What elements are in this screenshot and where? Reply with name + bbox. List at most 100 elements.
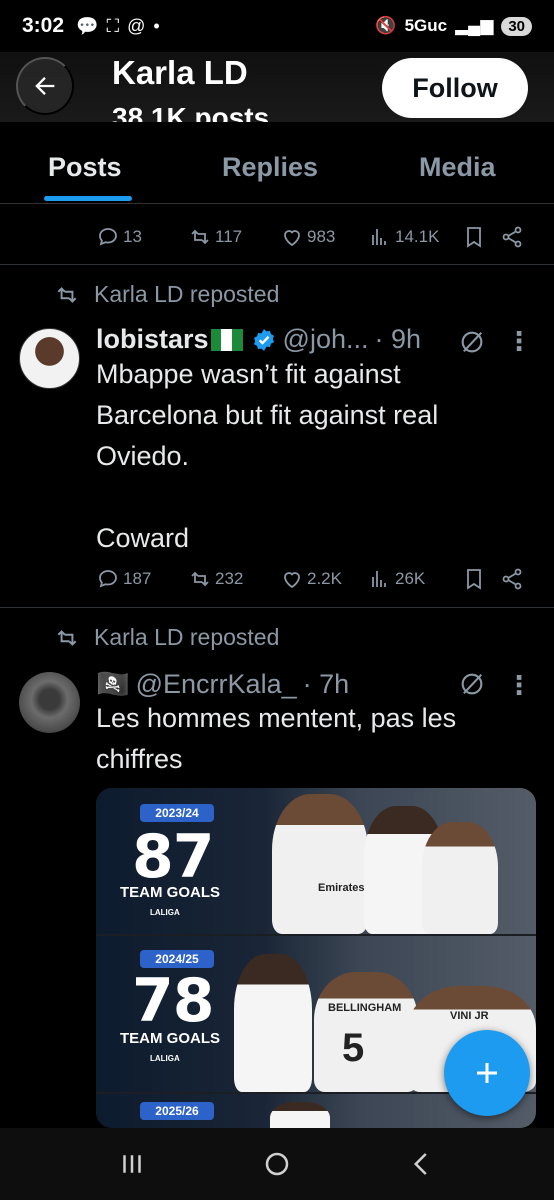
- bookmark-button[interactable]: [462, 221, 486, 253]
- laliga-logo: LALIGA: [150, 908, 180, 917]
- reply-icon: [99, 228, 117, 246]
- profile-header: Karla LD 38.1K posts Follow: [0, 52, 554, 122]
- mute-icon: 🔇: [375, 16, 397, 35]
- post-author-line: 🏴‍☠️ @EncrrKala_ · 7h: [96, 668, 349, 700]
- reply-count: 13: [123, 227, 142, 246]
- share-button[interactable]: [500, 563, 524, 595]
- player-figure: [272, 794, 368, 934]
- verified-badge-icon: [253, 328, 274, 351]
- post-text: Les hommes mentent, pas les chiffres: [96, 703, 457, 774]
- share-icon: [502, 226, 522, 248]
- stats-panel: Emirates 2023/24 87 TEAM GOALS LALIGA: [96, 788, 536, 934]
- repost-icon: [57, 629, 77, 646]
- views-button[interactable]: 14.1K: [368, 221, 439, 253]
- bookmark-icon: [467, 569, 481, 590]
- post-time: · 7h: [302, 668, 350, 699]
- views-count: 26K: [395, 569, 426, 588]
- follow-button[interactable]: Follow: [382, 58, 528, 118]
- author-name[interactable]: lobistars: [96, 324, 209, 355]
- repost-button[interactable]: 117: [188, 221, 242, 253]
- avatar[interactable]: [19, 672, 80, 733]
- repost-label: Karla LD reposted: [94, 281, 280, 307]
- reply-count: 187: [123, 569, 152, 588]
- player-figure: [314, 972, 418, 1092]
- player-figure: [422, 822, 498, 934]
- arrow-left-icon: [35, 77, 55, 95]
- goals-number: 87: [132, 822, 214, 892]
- bookmark-button[interactable]: [462, 563, 486, 595]
- goals-number: 78: [132, 966, 214, 1036]
- reply-button[interactable]: 13: [96, 221, 142, 253]
- repost-indicator: Karla LD reposted: [54, 624, 279, 651]
- more-options-icon[interactable]: ⋮: [506, 670, 532, 701]
- views-count: 14.1K: [395, 227, 440, 246]
- plus-icon: [477, 1063, 497, 1083]
- status-bar: 3:02 💬 ⛶ @ • 🔇 5Guc ▂▄▆ 30: [0, 0, 554, 52]
- jersey-sponsor: Emirates: [318, 882, 365, 894]
- jersey-name: BELLINGHAM: [328, 1002, 402, 1014]
- divider: [0, 264, 554, 265]
- repost-count: 117: [215, 227, 243, 246]
- post-text: Mbappe wasn’t fit against Barcelona but …: [96, 359, 439, 553]
- screenshot-icon: ⛶: [106, 15, 120, 36]
- tab-media[interactable]: Media: [419, 152, 496, 183]
- share-button[interactable]: [500, 221, 524, 253]
- like-count: 983: [307, 227, 336, 246]
- repost-label: Karla LD reposted: [94, 624, 280, 650]
- jersey-number: 5: [342, 1026, 365, 1070]
- author-name[interactable]: 🏴‍☠️: [96, 668, 130, 700]
- post-actions: 13 117 983 14.1K: [96, 221, 536, 253]
- threads-icon: @: [127, 15, 146, 36]
- grok-icon[interactable]: [458, 670, 486, 698]
- reply-button[interactable]: 187: [96, 563, 151, 595]
- like-count: 2.2K: [307, 569, 342, 588]
- recent-apps-icon[interactable]: [117, 1149, 147, 1179]
- like-button[interactable]: 983: [280, 221, 335, 253]
- notification-icons: 💬 ⛶ @ •: [76, 16, 160, 37]
- reply-icon: [99, 570, 117, 588]
- more-options-icon[interactable]: ⋮: [506, 326, 532, 357]
- grok-icon[interactable]: [458, 328, 486, 356]
- profile-tabs: Posts Replies Media: [0, 122, 554, 204]
- post-author-line: lobistars @joh... · 9h: [96, 324, 421, 355]
- avatar[interactable]: [19, 328, 80, 389]
- tab-posts[interactable]: Posts: [48, 152, 122, 183]
- repost-button[interactable]: 232: [188, 563, 243, 595]
- heart-icon: [284, 230, 300, 247]
- like-button[interactable]: 2.2K: [280, 563, 342, 595]
- author-handle: @EncrrKala_: [135, 668, 297, 699]
- post-count: 38.1K posts: [112, 102, 270, 122]
- views-icon: [372, 229, 386, 245]
- nigeria-flag-icon: [210, 328, 243, 351]
- repost-icon: [191, 571, 209, 587]
- bookmark-icon: [467, 227, 481, 248]
- battery-badge: 30: [501, 16, 532, 36]
- home-icon[interactable]: [262, 1149, 292, 1179]
- repost-count: 232: [215, 569, 244, 588]
- author-handle: @joh...: [282, 324, 369, 354]
- repost-icon: [191, 229, 209, 245]
- back-nav-icon[interactable]: [407, 1149, 437, 1179]
- network-label: 5Guc: [404, 16, 448, 35]
- views-button[interactable]: 26K: [368, 563, 425, 595]
- share-icon: [502, 568, 522, 590]
- post-actions: 187 232 2.2K 26K: [96, 563, 536, 595]
- page-title: Karla LD: [112, 54, 248, 91]
- goals-label: TEAM GOALS: [120, 884, 220, 901]
- tab-replies[interactable]: Replies: [222, 152, 318, 183]
- active-tab-indicator: [44, 196, 132, 201]
- season-badge: 2023/24: [140, 804, 214, 822]
- dot-icon: •: [153, 15, 160, 36]
- post-time: · 9h: [374, 324, 422, 354]
- back-button[interactable]: [16, 57, 74, 115]
- jersey-name: VINI JR: [450, 1010, 489, 1022]
- chat-bubble-icon: 💬: [76, 15, 99, 36]
- repost-indicator: Karla LD reposted: [54, 281, 279, 308]
- laliga-logo: LALIGA: [150, 1054, 180, 1063]
- status-time: 3:02: [22, 14, 65, 37]
- compose-button[interactable]: [444, 1030, 530, 1116]
- repost-icon: [57, 286, 77, 303]
- goals-label: TEAM GOALS: [120, 1030, 220, 1047]
- views-icon: [372, 571, 386, 587]
- player-figure: [234, 954, 312, 1092]
